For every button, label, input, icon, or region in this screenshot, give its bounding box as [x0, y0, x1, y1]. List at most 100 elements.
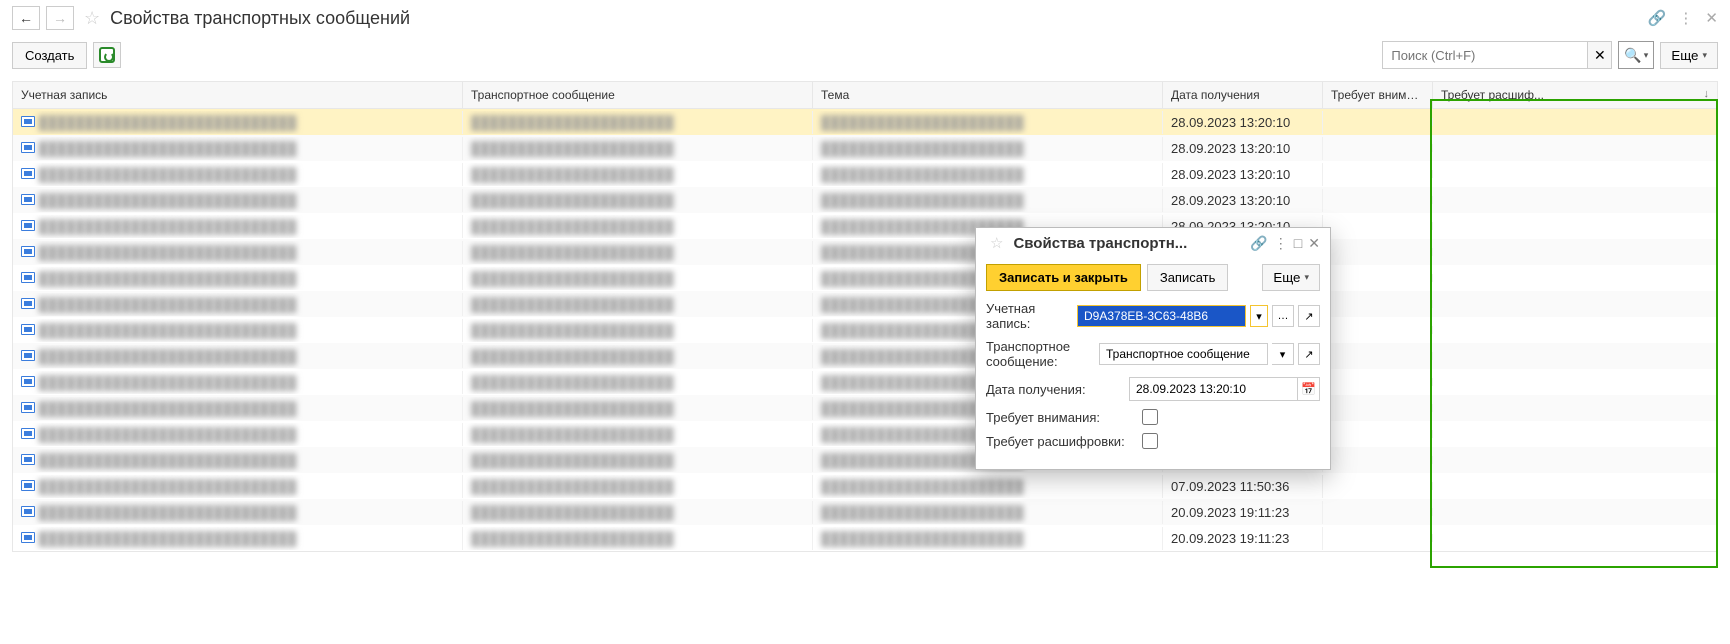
save-button[interactable]: Записать — [1147, 264, 1229, 291]
dialog-title: Свойства транспортн... — [1013, 235, 1244, 252]
dropdown-button[interactable]: ▾ — [1272, 343, 1294, 365]
calendar-button[interactable]: 📅 — [1297, 378, 1319, 400]
row-type-icon — [21, 220, 35, 231]
date-cell: 20.09.2023 19:11:23 — [1163, 527, 1323, 550]
table-row[interactable]: ████████████████████████████████████████… — [13, 161, 1717, 187]
open-external-button[interactable]: ↗ — [1298, 343, 1320, 365]
open-external-button[interactable]: ↗ — [1298, 305, 1320, 327]
dropdown-button[interactable]: ▾ — [1250, 305, 1268, 327]
row-type-icon — [21, 402, 35, 413]
table-row[interactable]: ████████████████████████████████████████… — [13, 447, 1717, 473]
sort-down-icon: ↓ — [1704, 88, 1710, 100]
search-box: ✕ — [1382, 41, 1612, 69]
row-type-icon — [21, 298, 35, 309]
chevron-down-icon: ▾ — [1304, 272, 1309, 283]
table-row[interactable]: ████████████████████████████████████████… — [13, 395, 1717, 421]
row-type-icon — [21, 168, 35, 179]
row-type-icon — [21, 142, 35, 153]
row-type-icon — [21, 428, 35, 439]
refresh-button[interactable] — [93, 42, 121, 68]
row-type-icon — [21, 350, 35, 361]
kebab-menu-icon[interactable]: ⋮ — [1274, 235, 1288, 252]
maximize-icon[interactable]: □ — [1294, 235, 1302, 251]
date-cell: 28.09.2023 13:20:10 — [1163, 189, 1323, 212]
back-button[interactable]: ← — [12, 6, 40, 30]
table-row[interactable]: ████████████████████████████████████████… — [13, 109, 1717, 135]
date-cell: 20.09.2023 19:11:23 — [1163, 501, 1323, 524]
date-label: Дата получения: — [986, 382, 1123, 397]
col-topic[interactable]: Тема — [813, 82, 1163, 108]
search-icon: 🔍 — [1624, 47, 1641, 64]
table-header: Учетная запись Транспортное сообщение Те… — [13, 82, 1717, 109]
table-row[interactable]: ████████████████████████████████████████… — [13, 265, 1717, 291]
date-input[interactable] — [1130, 379, 1297, 399]
search-input[interactable] — [1383, 43, 1587, 68]
col-date[interactable]: Дата получения — [1163, 82, 1323, 108]
table-row[interactable]: ████████████████████████████████████████… — [13, 317, 1717, 343]
ellipsis-button[interactable]: … — [1272, 305, 1294, 327]
transport-input[interactable] — [1099, 343, 1268, 365]
close-icon[interactable]: ✕ — [1308, 235, 1320, 252]
row-type-icon — [21, 272, 35, 283]
date-cell: 28.09.2023 13:20:10 — [1163, 111, 1323, 134]
favorite-star-icon[interactable]: ☆ — [990, 234, 1003, 252]
dialog-body: Учетная запись: ▾ … ↗ Транспортное сообщ… — [976, 297, 1330, 469]
kebab-menu-icon[interactable]: ⋮ — [1678, 9, 1693, 27]
create-button[interactable]: Создать — [12, 42, 87, 69]
data-table: Учетная запись Транспортное сообщение Те… — [12, 81, 1718, 552]
toolbar: Создать ✕ 🔍 ▾ Еще ▾ — [0, 37, 1730, 81]
table-row[interactable]: ████████████████████████████████████████… — [13, 291, 1717, 317]
col-attention[interactable]: Требует внимания — [1323, 82, 1433, 108]
account-label: Учетная запись: — [986, 301, 1071, 331]
row-type-icon — [21, 116, 35, 127]
row-type-icon — [21, 376, 35, 387]
table-row[interactable]: ████████████████████████████████████████… — [13, 135, 1717, 161]
table-row[interactable]: ████████████████████████████████████████… — [13, 499, 1717, 525]
date-cell: 28.09.2023 13:20:10 — [1163, 137, 1323, 160]
page-header: ← → ☆ Свойства транспортных сообщений 🔗 … — [0, 0, 1730, 37]
chevron-down-icon: ▾ — [1644, 50, 1649, 61]
search-clear-button[interactable]: ✕ — [1587, 42, 1611, 68]
close-icon[interactable]: ✕ — [1705, 9, 1718, 27]
table-row[interactable]: ████████████████████████████████████████… — [13, 473, 1717, 499]
properties-dialog: ☆ Свойства транспортн... 🔗 ⋮ □ ✕ Записат… — [975, 227, 1331, 470]
row-type-icon — [21, 246, 35, 257]
transport-label: Транспортное сообщение: — [986, 339, 1093, 369]
table-row[interactable]: ████████████████████████████████████████… — [13, 421, 1717, 447]
col-transport[interactable]: Транспортное сообщение — [463, 82, 813, 108]
row-type-icon — [21, 454, 35, 465]
table-row[interactable]: ████████████████████████████████████████… — [13, 213, 1717, 239]
row-type-icon — [21, 532, 35, 543]
col-decrypt[interactable]: Требует расшиф...↓ — [1433, 82, 1717, 108]
row-type-icon — [21, 194, 35, 205]
table-body: ████████████████████████████████████████… — [13, 109, 1717, 551]
dialog-toolbar: Записать и закрыть Записать Еще ▾ — [976, 258, 1330, 297]
save-and-close-button[interactable]: Записать и закрыть — [986, 264, 1141, 291]
table-row[interactable]: ████████████████████████████████████████… — [13, 187, 1717, 213]
date-cell: 28.09.2023 13:20:10 — [1163, 163, 1323, 186]
attention-checkbox[interactable] — [1142, 409, 1158, 425]
table-row[interactable]: ████████████████████████████████████████… — [13, 239, 1717, 265]
link-icon[interactable]: 🔗 — [1250, 235, 1267, 252]
date-cell: 07.09.2023 11:50:36 — [1163, 475, 1323, 498]
search-button[interactable]: 🔍 ▾ — [1618, 41, 1654, 69]
dialog-more-button[interactable]: Еще ▾ — [1262, 264, 1320, 291]
refresh-icon — [99, 47, 115, 63]
forward-button[interactable]: → — [46, 6, 74, 30]
decrypt-label: Требует расшифровки: — [986, 434, 1136, 449]
table-row[interactable]: ████████████████████████████████████████… — [13, 525, 1717, 551]
table-row[interactable]: ████████████████████████████████████████… — [13, 343, 1717, 369]
attention-label: Требует внимания: — [986, 410, 1136, 425]
row-type-icon — [21, 506, 35, 517]
row-type-icon — [21, 324, 35, 335]
more-button[interactable]: Еще ▾ — [1660, 42, 1718, 69]
favorite-star-icon[interactable]: ☆ — [84, 8, 100, 29]
decrypt-checkbox[interactable] — [1142, 433, 1158, 449]
link-icon[interactable]: 🔗 — [1648, 9, 1667, 27]
page-title: Свойства транспортных сообщений — [110, 8, 1642, 29]
dialog-header: ☆ Свойства транспортн... 🔗 ⋮ □ ✕ — [976, 228, 1330, 258]
account-input[interactable] — [1077, 305, 1246, 327]
row-type-icon — [21, 480, 35, 491]
table-row[interactable]: ████████████████████████████████████████… — [13, 369, 1717, 395]
col-account[interactable]: Учетная запись — [13, 82, 463, 108]
